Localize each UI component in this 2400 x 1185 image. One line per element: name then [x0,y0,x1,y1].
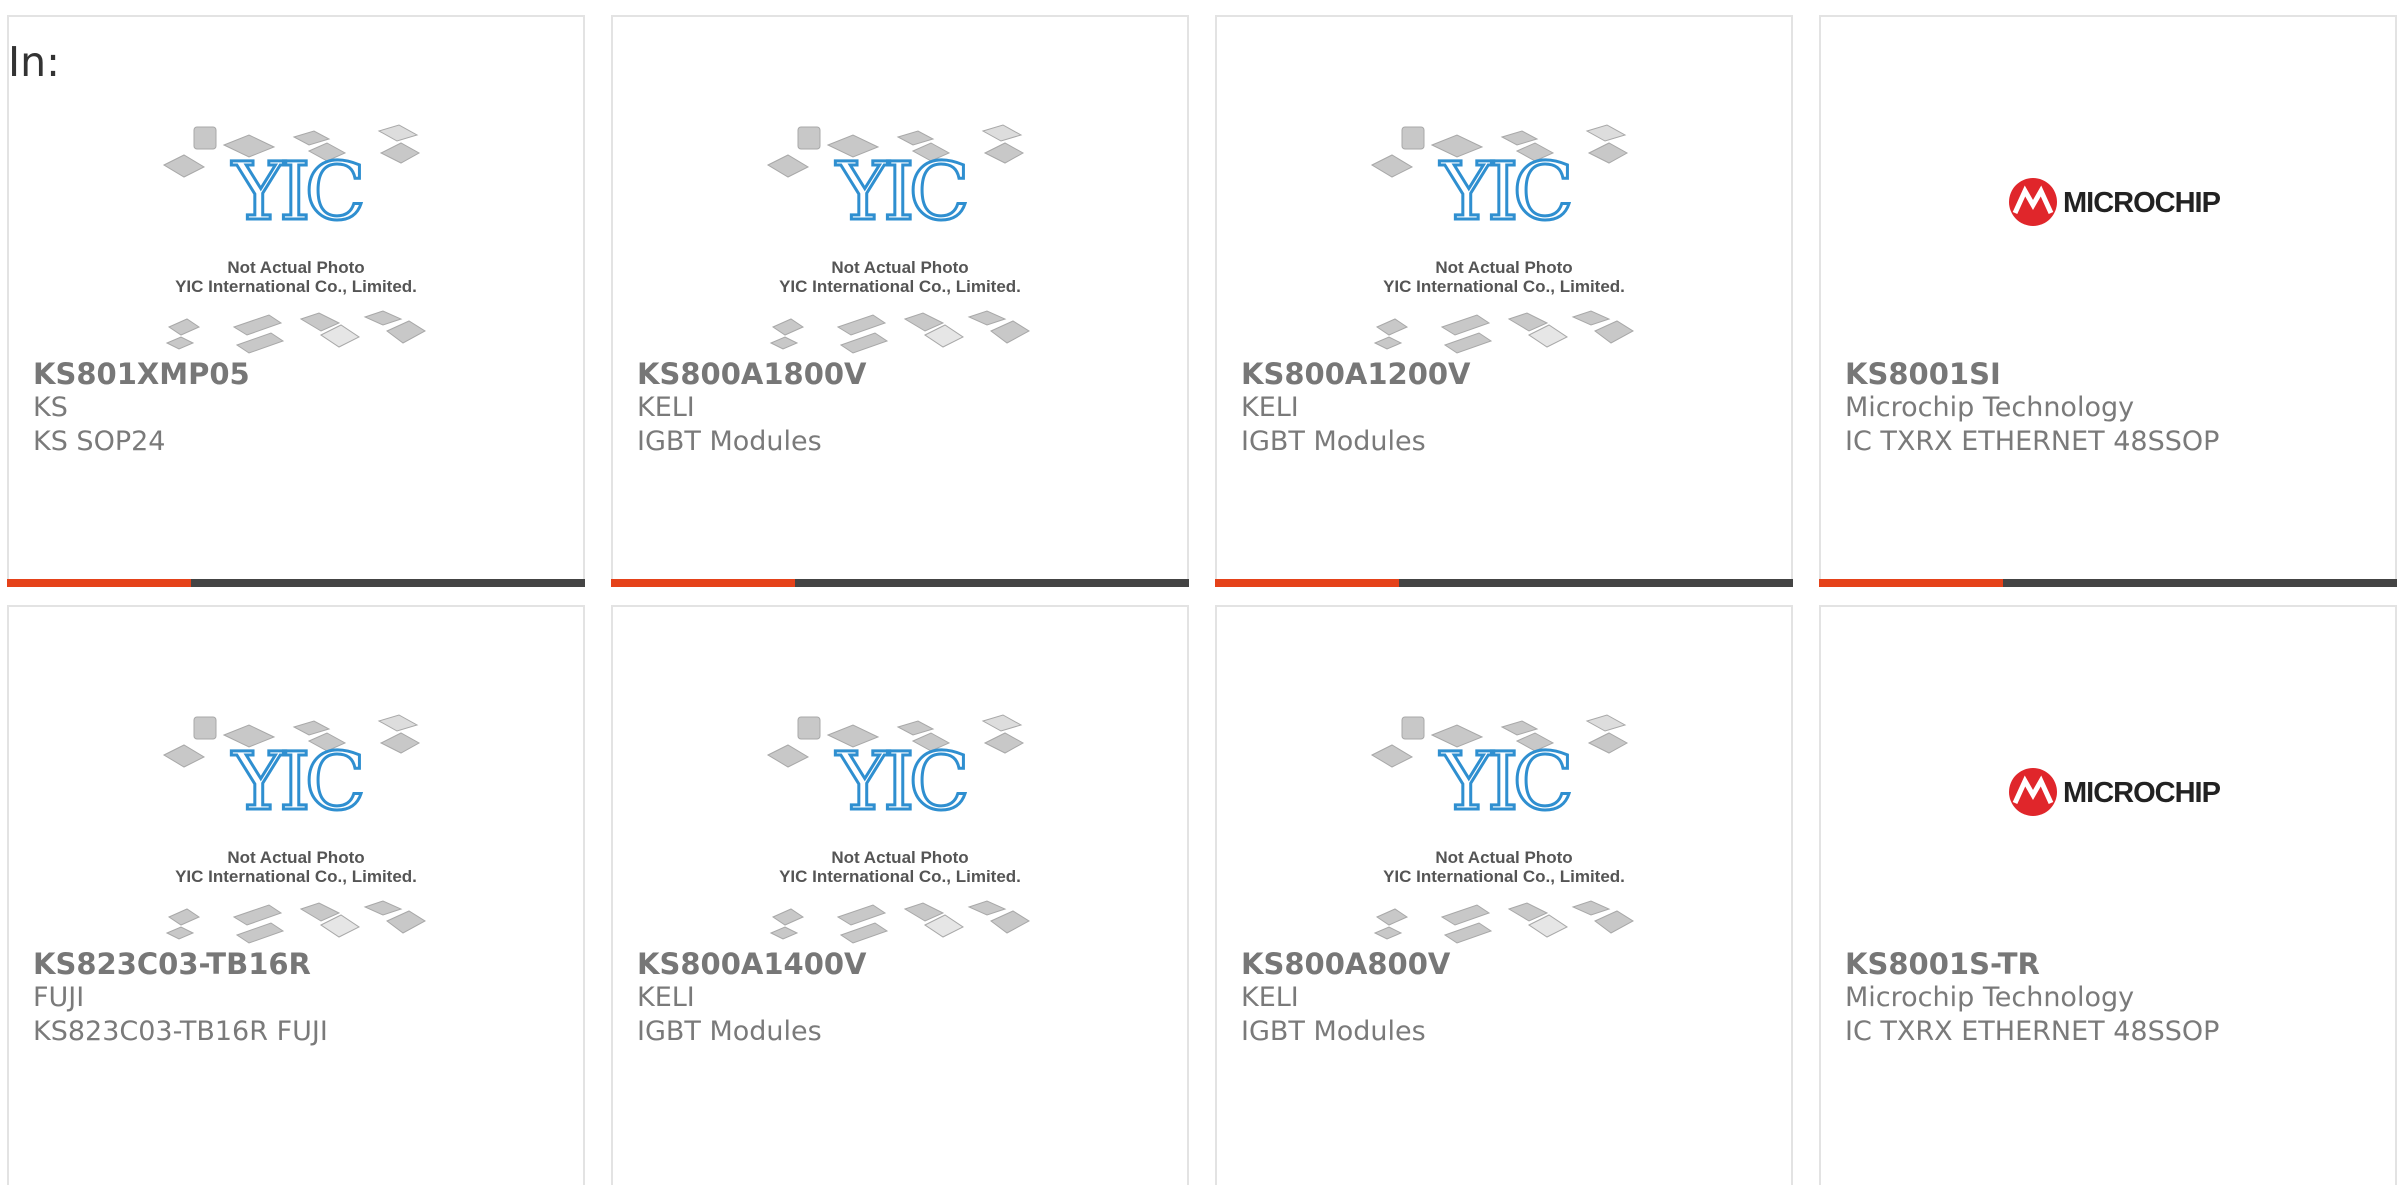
svg-text:YIC International Co., Limited: YIC International Co., Limited. [1383,277,1625,296]
product-image-placeholder[interactable]: YIC Not Actual Photo YIC International C… [613,677,1187,957]
description: IGBT Modules [637,426,822,457]
product-image-placeholder[interactable]: YIC Not Actual Photo YIC International C… [9,677,583,957]
product-info: KS800A1200V KELI IGBT Modules [1241,357,1781,459]
description: IC TXRX ETHERNET 48SSOP [1845,426,2220,457]
card-accent-bar [611,579,1189,587]
product-image-placeholder[interactable]: YIC Not Actual Photo YIC International C… [613,87,1187,367]
svg-text:YIC International Co., Limited: YIC International Co., Limited. [779,277,1021,296]
svg-text:YIC: YIC [835,145,965,238]
product-info: KS800A1800V KELI IGBT Modules [637,357,1177,459]
svg-text:Not Actual Photo: Not Actual Photo [831,258,968,277]
card-accent-bar [7,579,585,587]
svg-text:YIC: YIC [1439,145,1569,238]
part-number-link[interactable]: KS801XMP05 [33,357,573,391]
svg-text:YIC: YIC [1439,735,1569,828]
svg-text:Not Actual Photo: Not Actual Photo [831,848,968,867]
product-card[interactable]: YIC Not Actual Photo YIC International C… [7,605,585,1185]
manufacturer: KELI [1241,982,1299,1013]
product-card[interactable]: MICROCHIP KS8001S-TR Microchip Technolog… [1819,605,2397,1185]
svg-text:Not Actual Photo: Not Actual Photo [1435,258,1572,277]
svg-text:YIC: YIC [231,145,361,238]
product-image-placeholder[interactable]: YIC Not Actual Photo YIC International C… [1217,87,1791,367]
product-card[interactable]: YIC Not Actual Photo YIC International C… [611,15,1189,587]
part-number-link[interactable]: KS8001SI [1845,357,2385,391]
manufacturer: FUJI [33,982,85,1013]
prefix-label: In: [8,38,60,86]
svg-text:Not Actual Photo: Not Actual Photo [227,258,364,277]
description: IGBT Modules [1241,1016,1426,1047]
description: IC TXRX ETHERNET 48SSOP [1845,1016,2220,1047]
microchip-logo-image[interactable]: MICROCHIP [1821,677,2395,957]
description: KS823C03-TB16R FUJI [33,1016,328,1047]
description: KS SOP24 [33,426,166,457]
product-card[interactable]: YIC Not Actual Photo YIC International C… [7,15,585,587]
manufacturer: KELI [637,392,695,423]
svg-text:YIC: YIC [835,735,965,828]
product-info: KS801XMP05 KS KS SOP24 [33,357,573,459]
svg-text:MICROCHIP: MICROCHIP [2063,187,2221,219]
svg-text:Not Actual Photo: Not Actual Photo [1435,848,1572,867]
part-number-link[interactable]: KS800A1800V [637,357,1177,391]
manufacturer: KELI [637,982,695,1013]
manufacturer: KELI [1241,392,1299,423]
manufacturer: KS [33,392,68,423]
product-card[interactable]: YIC Not Actual Photo YIC International C… [1215,605,1793,1185]
product-info: KS800A800V KELI IGBT Modules [1241,947,1781,1049]
product-grid: YIC Not Actual Photo YIC International C… [0,0,2400,1185]
product-card[interactable]: MICROCHIP KS8001SI Microchip Technology … [1819,15,2397,587]
svg-text:YIC International Co., Limited: YIC International Co., Limited. [175,277,417,296]
product-info: KS823C03-TB16R FUJI KS823C03-TB16R FUJI [33,947,573,1049]
description: IGBT Modules [1241,426,1426,457]
svg-text:YIC International Co., Limited: YIC International Co., Limited. [1383,867,1625,886]
microchip-logo-image[interactable]: MICROCHIP [1821,87,2395,367]
description: IGBT Modules [637,1016,822,1047]
svg-text:YIC International Co., Limited: YIC International Co., Limited. [779,867,1021,886]
part-number-link[interactable]: KS800A800V [1241,947,1781,981]
product-image-placeholder[interactable]: YIC Not Actual Photo YIC International C… [1217,677,1791,957]
product-info: KS8001SI Microchip Technology IC TXRX ET… [1845,357,2385,459]
svg-text:YIC International Co., Limited: YIC International Co., Limited. [175,867,417,886]
product-image-placeholder[interactable]: YIC Not Actual Photo YIC International C… [9,87,583,367]
part-number-link[interactable]: KS800A1400V [637,947,1177,981]
manufacturer: Microchip Technology [1845,392,2135,423]
part-number-link[interactable]: KS800A1200V [1241,357,1781,391]
card-accent-bar [1215,579,1793,587]
product-card[interactable]: YIC Not Actual Photo YIC International C… [1215,15,1793,587]
product-card[interactable]: YIC Not Actual Photo YIC International C… [611,605,1189,1185]
svg-text:MICROCHIP: MICROCHIP [2063,777,2221,809]
svg-text:Not Actual Photo: Not Actual Photo [227,848,364,867]
card-accent-bar [1819,579,2397,587]
part-number-link[interactable]: KS8001S-TR [1845,947,2385,981]
product-info: KS8001S-TR Microchip Technology IC TXRX … [1845,947,2385,1049]
svg-text:YIC: YIC [231,735,361,828]
manufacturer: Microchip Technology [1845,982,2135,1013]
product-info: KS800A1400V KELI IGBT Modules [637,947,1177,1049]
part-number-link[interactable]: KS823C03-TB16R [33,947,573,981]
